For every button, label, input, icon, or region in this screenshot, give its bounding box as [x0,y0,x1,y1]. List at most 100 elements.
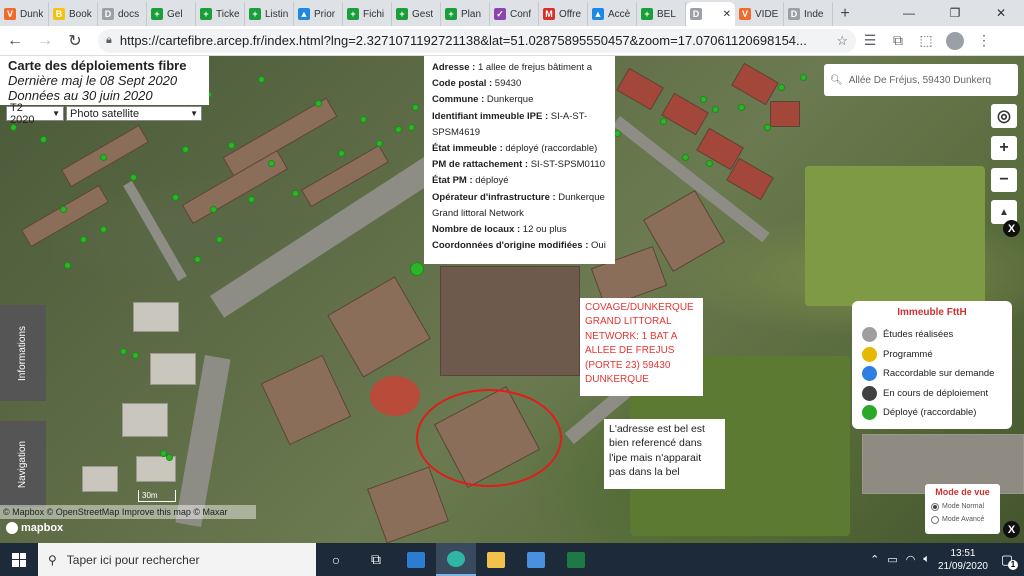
ftth-building-marker[interactable] [764,124,771,131]
ftth-building-marker[interactable] [100,154,107,161]
radio-button-icon[interactable] [931,515,939,524]
browser-tab[interactable]: Ddocs [98,2,147,26]
extensions-icon[interactable]: ⬚ [912,27,940,55]
back-arrow-icon[interactable]: ← [0,26,30,56]
address-search[interactable]: 🔍︎ Allée De Fréjus, 59430 Dunkerq [824,64,1018,96]
ftth-building-marker[interactable] [210,206,217,213]
file-explorer-icon[interactable] [476,543,516,576]
ftth-building-marker[interactable] [412,104,419,111]
ftth-building-marker[interactable] [120,348,127,355]
browser-tab[interactable]: V VIDE [735,2,784,26]
browser-tab[interactable]: + BEL [637,2,686,26]
mapbox-logo[interactable]: mapbox [6,522,63,534]
ftth-building-marker[interactable] [338,150,345,157]
period-select[interactable]: T2 2020 ▼ [6,102,64,126]
chevron-up-icon[interactable]: ⌃ [870,553,879,566]
browser-tab[interactable]: D Inde [784,2,833,26]
close-tab-icon[interactable]: ✕ [723,9,731,20]
browser-tab[interactable]: ✓ Conf [490,2,539,26]
new-tab-button[interactable]: + [833,2,857,26]
browser-tab[interactable]: V Dunk [0,2,49,26]
clock[interactable]: 13:51 21/09/2020 [938,547,988,573]
map-attribution[interactable]: © Mapbox © OpenStreetMap Improve this ma… [0,505,256,519]
close-window-button[interactable]: ✕ [978,0,1024,26]
url-text[interactable]: https://cartefibre.arcep.fr/index.html?l… [120,33,830,48]
ftth-building-marker[interactable] [738,104,745,111]
mail-app-icon[interactable] [396,543,436,576]
ftth-building-marker[interactable] [315,100,322,107]
ftth-building-marker[interactable] [60,206,67,213]
collections-icon[interactable]: ⧉ [884,27,912,55]
ftth-building-marker[interactable] [100,226,107,233]
taskbar-search-input[interactable]: Taper ici pour rechercher [67,553,200,567]
ftth-building-marker[interactable] [360,116,367,123]
geolocate-icon[interactable]: ◎ [991,104,1017,128]
zoom-in-button[interactable]: + [991,136,1017,160]
menu-dots-icon[interactable]: ⋮ [970,27,998,55]
ftth-building-marker[interactable] [182,146,189,153]
search-input[interactable]: Allée De Fréjus, 59430 Dunkerq [849,75,991,86]
profile-avatar[interactable] [946,31,964,50]
wifi-icon[interactable]: ◠ [906,553,916,566]
zoom-out-button[interactable]: − [991,168,1017,192]
informations-tab[interactable]: Informations [0,305,46,401]
browser-tab[interactable]: + Listin [245,2,294,26]
navigation-tab[interactable]: Navigation [0,421,46,507]
ftth-building-marker[interactable] [778,84,785,91]
browser-tab[interactable]: ▲ Prior [294,2,343,26]
ftth-building-marker[interactable] [64,262,71,269]
browser-tab[interactable]: + Plan [441,2,490,26]
reload-icon[interactable]: ↻ [60,26,90,56]
minimize-button[interactable]: — [886,0,932,26]
ftth-building-marker[interactable] [216,236,223,243]
browser-tab[interactable]: + Ticke [196,2,245,26]
close-icon[interactable]: X [1003,220,1020,237]
network-icon[interactable]: ▭ [887,553,897,566]
view-mode-option[interactable]: Mode Avancé [931,513,994,526]
taskbar-search[interactable]: ⚲ Taper ici pour rechercher [38,543,316,576]
bookmark-star-icon[interactable]: ☆ [836,33,848,49]
ftth-building-marker[interactable] [395,126,402,133]
notification-icon[interactable]: ▢ 1 [996,550,1018,570]
layer-select[interactable]: Photo satellite ▼ [66,106,202,121]
close-icon[interactable]: X [1003,521,1020,538]
ftth-building-marker[interactable] [682,154,689,161]
restore-button[interactable]: ❐ [932,0,978,26]
start-button[interactable] [0,543,38,576]
ftth-building-marker[interactable] [258,76,265,83]
ftth-building-marker[interactable] [194,256,201,263]
excel-app-icon[interactable] [556,543,596,576]
ftth-building-marker[interactable] [292,190,299,197]
browser-tab[interactable]: ▲ Accè [588,2,637,26]
ftth-building-marker[interactable] [130,174,137,181]
volume-icon[interactable]: 🔈︎ [923,553,930,566]
ftth-building-marker[interactable] [408,124,415,131]
browser-tab[interactable]: + Gest [392,2,441,26]
ftth-building-marker[interactable] [248,196,255,203]
reading-list-icon[interactable]: ☰ [856,27,884,55]
browser-tab[interactable]: + Gel [147,2,196,26]
forward-arrow-icon[interactable]: → [30,26,60,56]
satellite-map[interactable]: Carte des déploiements fibre Dernière ma… [0,56,1024,543]
photos-app-icon[interactable] [516,543,556,576]
task-view-icon[interactable]: ⧉ [356,543,396,576]
browser-tab[interactable]: D ✕ [686,2,735,26]
edge-app-icon[interactable] [436,543,476,576]
ftth-building-marker[interactable] [660,118,667,125]
ftth-building-marker[interactable] [228,142,235,149]
ftth-building-marker[interactable] [700,96,707,103]
ftth-building-marker[interactable] [712,106,719,113]
browser-tab[interactable]: B Book [49,2,98,26]
ftth-building-marker[interactable] [40,136,47,143]
ftth-building-marker[interactable] [800,74,807,81]
view-mode-option[interactable]: Mode Normal [931,500,994,513]
ftth-building-marker[interactable] [80,236,87,243]
address-bar[interactable]: 🔒︎ https://cartefibre.arcep.fr/index.htm… [98,28,856,53]
browser-tab[interactable]: M Offre [539,2,588,26]
radio-button-icon[interactable] [931,502,939,511]
ftth-building-marker[interactable] [172,194,179,201]
ftth-building-marker[interactable] [166,454,173,461]
ftth-building-marker[interactable] [376,140,383,147]
cortana-icon[interactable]: ○ [316,543,356,576]
browser-tab[interactable]: + Fichi [343,2,392,26]
